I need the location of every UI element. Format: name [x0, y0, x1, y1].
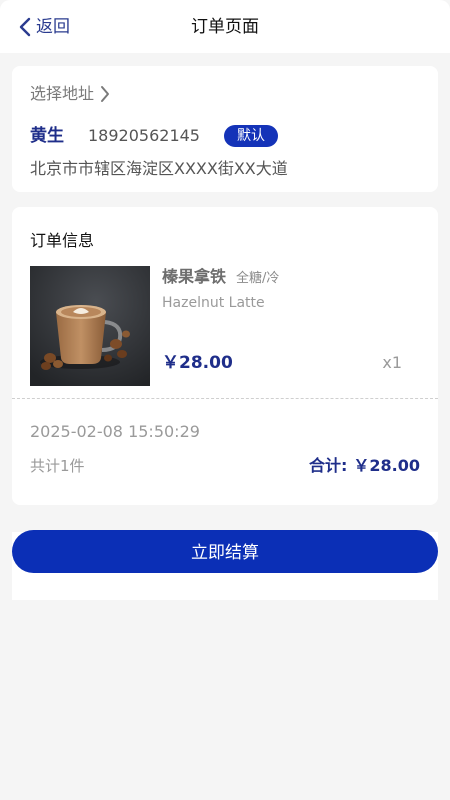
select-address-link[interactable]: 选择地址 [30, 82, 110, 106]
product-spec: 全糖/冷 [236, 271, 280, 286]
product-image [30, 266, 150, 386]
order-page: 返回 订单页面 选择地址 黄生 18920562145 默认 北京市市辖区海淀区… [0, 0, 450, 800]
default-badge: 默认 [223, 125, 278, 147]
total-label: 合计: [308, 456, 348, 475]
order-info-card: 订单信息 榛果拿铁 全糖/冷 Hazelnut Latte ￥28.00 x1 … [12, 207, 438, 505]
product-name: 榛果拿铁 [162, 267, 227, 286]
latte-image [30, 266, 150, 386]
address-card[interactable]: 选择地址 黄生 18920562145 默认 北京市市辖区海淀区XXXX街XX大… [12, 66, 438, 192]
recipient-phone: 18920562145 [88, 126, 200, 145]
product-price: ￥28.00 [162, 353, 233, 373]
contact-row: 黄生 18920562145 默认 [30, 124, 278, 148]
address-detail: 北京市市辖区海淀区XXXX街XX大道 [30, 159, 288, 178]
order-time: 2025-02-08 15:50:29 [30, 422, 200, 441]
page-title: 订单页面 [191, 17, 259, 37]
total-value: ￥28.00 [353, 456, 420, 475]
checkout-button[interactable]: 立即结算 [12, 530, 438, 573]
top-bar: 返回 订单页面 [0, 0, 450, 53]
dashed-divider [12, 398, 438, 399]
product-name-row: 榛果拿铁 全糖/冷 [162, 265, 279, 289]
item-count: 共计1件 [30, 457, 85, 475]
order-info-heading: 订单信息 [30, 231, 95, 250]
recipient-name: 黄生 [30, 126, 64, 146]
product-english-name: Hazelnut Latte [162, 295, 265, 311]
select-address-label: 选择地址 [30, 84, 95, 103]
order-total: 合计: ￥28.00 [309, 454, 420, 478]
chevron-right-icon [101, 86, 110, 102]
product-quantity: x1 [382, 353, 402, 372]
